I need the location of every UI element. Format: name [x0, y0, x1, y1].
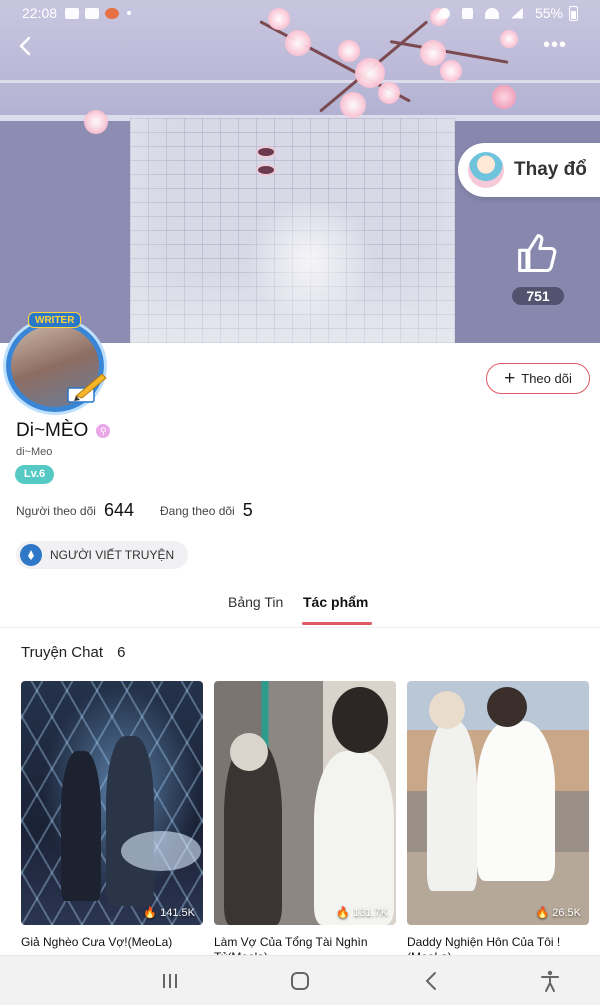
- story-card[interactable]: 🔥 26.5K Daddy Nghiện Hôn Của Tôi ! (MeoL…: [407, 681, 589, 965]
- change-cover-label: Thay đổ: [514, 159, 587, 180]
- wifi-icon: [484, 7, 499, 19]
- story-views: 🔥 131.7K: [336, 906, 388, 920]
- story-views-count: 141.5K: [160, 906, 195, 919]
- home-button[interactable]: [286, 969, 314, 993]
- follow-stats: Người theo dõi 644 Đang theo dõi 5: [16, 500, 279, 521]
- story-views: 🔥 26.5K: [535, 906, 581, 920]
- active-tab-indicator: [302, 622, 372, 625]
- battery-icon: [569, 5, 578, 21]
- section-title-label: Truyện Chat: [21, 644, 103, 661]
- story-cover-image: 🔥 141.5K: [21, 681, 203, 925]
- story-list: 🔥 141.5K Giả Nghèo Cưa Vợ!(MeoLa) 🔥 131.…: [21, 681, 589, 964]
- accessibility-button[interactable]: [536, 969, 564, 993]
- role-label: NGƯỜI VIẾT TRUYỆN: [50, 548, 175, 562]
- change-cover-button[interactable]: Thay đổ: [458, 143, 600, 197]
- more-options-button[interactable]: •••: [540, 34, 570, 56]
- app-notification-icon: [105, 7, 120, 19]
- anime-eyes-decoration: [258, 143, 316, 174]
- recent-apps-icon: [163, 974, 177, 988]
- status-bar: 22:08 55%: [0, 0, 600, 26]
- story-views: 🔥 141.5K: [143, 906, 195, 920]
- system-navigation-bar: [0, 955, 600, 1005]
- section-count: 6: [117, 644, 126, 661]
- status-time: 22:08: [22, 5, 58, 21]
- story-card[interactable]: 🔥 131.7K Làm Vợ Của Tổng Tài Nghìn Tỷ(Me…: [214, 681, 396, 965]
- profile-handle: di~Meo: [16, 446, 53, 458]
- like-button[interactable]: 751: [505, 232, 571, 306]
- following-count[interactable]: 5: [243, 500, 253, 521]
- mute-icon: [461, 7, 473, 19]
- writer-badge: WRITER: [28, 312, 82, 328]
- follow-button-label: Theo dõi: [521, 371, 572, 386]
- verified-badge-icon: ⚲: [96, 424, 111, 438]
- alarm-icon: [438, 7, 450, 19]
- story-views-count: 26.5K: [552, 906, 581, 919]
- home-icon: [291, 972, 309, 990]
- flame-icon: 🔥: [143, 907, 158, 919]
- flame-icon: 🔥: [535, 907, 550, 919]
- story-views-count: 131.7K: [353, 906, 388, 919]
- image-notification-icon: [85, 7, 100, 19]
- recent-apps-button[interactable]: [156, 969, 184, 993]
- tab-works[interactable]: Tác phẩm: [303, 594, 368, 610]
- profile-tabs: Bảng Tin Tác phẩm: [0, 588, 600, 628]
- back-button[interactable]: [14, 34, 38, 58]
- battery-percent: 55%: [534, 5, 563, 21]
- more-notifications-icon: [127, 11, 132, 15]
- quill-pen-icon: [67, 373, 107, 403]
- thumbs-up-icon: [518, 234, 557, 273]
- followers-count[interactable]: 644: [104, 500, 134, 521]
- story-card[interactable]: 🔥 141.5K Giả Nghèo Cưa Vợ!(MeoLa): [21, 681, 203, 965]
- story-cover-image: 🔥 131.7K: [214, 681, 396, 925]
- followers-label[interactable]: Người theo dõi: [16, 504, 96, 518]
- plus-icon: +: [504, 368, 516, 389]
- more-dots-icon: •••: [542, 34, 567, 56]
- accessibility-icon: [541, 970, 559, 992]
- role-chip[interactable]: NGƯỜI VIẾT TRUYỆN: [16, 541, 189, 569]
- follow-button[interactable]: + Theo dõi: [486, 363, 590, 394]
- system-back-button[interactable]: [418, 969, 446, 993]
- following-label[interactable]: Đang theo dõi: [160, 504, 235, 518]
- profile-page: 22:08 55% ••• Thay đổ 751 WRITER + Theo …: [0, 0, 600, 1005]
- story-cover-image: 🔥 26.5K: [407, 681, 589, 925]
- section-title: Truyện Chat 6: [21, 644, 126, 661]
- profile-name: Di~MÈO: [16, 420, 89, 441]
- level-badge: Lv.6: [15, 465, 54, 484]
- profile-avatar[interactable]: WRITER: [2, 312, 110, 412]
- chevron-left-icon: [19, 36, 31, 56]
- writer-pen-icon: [20, 544, 42, 566]
- change-cover-avatar: [468, 152, 504, 188]
- flame-icon: 🔥: [336, 907, 351, 919]
- signal-icon: [510, 7, 523, 19]
- video-notification-icon: [65, 7, 80, 19]
- tab-news-feed[interactable]: Bảng Tin: [228, 594, 283, 610]
- back-icon: [425, 972, 436, 990]
- like-count: 751: [512, 287, 564, 305]
- profile-name-row: Di~MÈO ⚲: [16, 420, 111, 442]
